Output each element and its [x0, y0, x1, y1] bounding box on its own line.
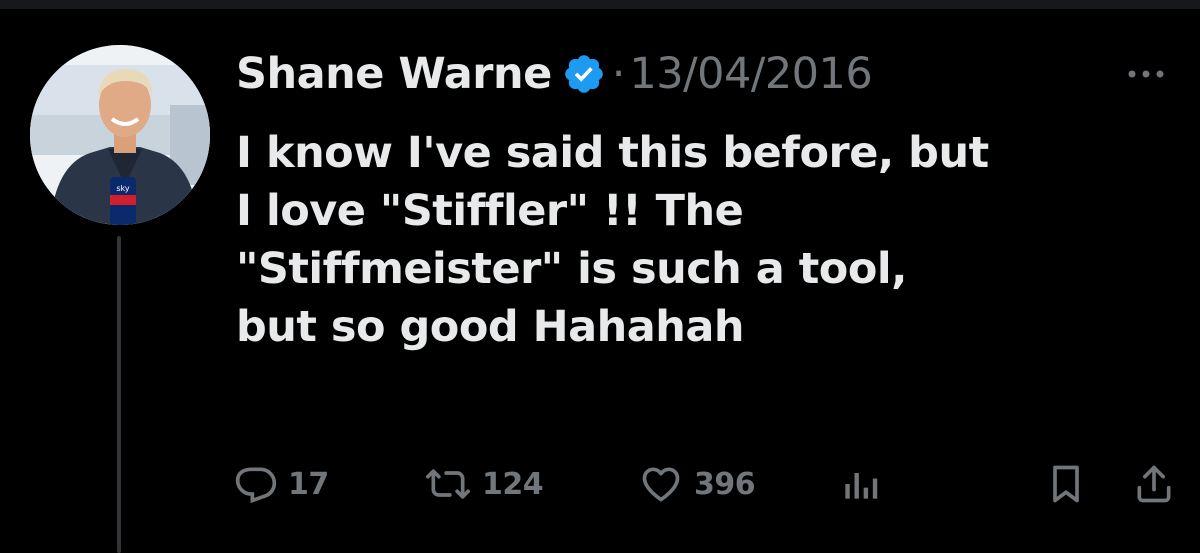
views-chart-icon	[838, 462, 882, 506]
author-avatar[interactable]: sky	[30, 45, 210, 225]
heart-icon	[638, 462, 684, 506]
tweet-text-line: I love "Stiffler" !! The	[236, 186, 744, 236]
more-options-icon[interactable]	[1124, 62, 1168, 86]
svg-text:sky: sky	[116, 184, 130, 193]
share-button[interactable]	[1132, 456, 1176, 512]
bookmark-button[interactable]	[1044, 456, 1088, 512]
like-count: 396	[694, 466, 756, 502]
tweet-text-line: "Stiffmeister" is such a tool,	[236, 244, 907, 294]
tweet-text-line: I know I've said this before, but	[236, 128, 989, 178]
avatar-photo: sky	[30, 45, 210, 225]
tweet-text: I know I've said this before, but I love…	[236, 124, 1166, 356]
reply-count: 17	[288, 466, 329, 502]
top-bar	[0, 0, 1200, 9]
retweet-count: 124	[482, 466, 544, 502]
author-name[interactable]: Shane Warne	[236, 49, 552, 99]
thread-line	[117, 236, 121, 553]
retweet-icon	[424, 462, 472, 506]
separator-dot: ·	[611, 49, 626, 99]
verified-badge-icon	[562, 52, 606, 96]
retweet-button[interactable]: 124	[424, 456, 544, 512]
tweet-text-line: but so good Hahahah	[236, 302, 745, 352]
bookmark-icon	[1044, 462, 1088, 506]
tweet-date[interactable]: 13/04/2016	[629, 49, 872, 99]
share-icon	[1132, 462, 1176, 506]
tweet-header: Shane Warne · 13/04/2016	[236, 44, 873, 104]
reply-button[interactable]: 17	[234, 456, 329, 512]
reply-icon	[234, 462, 278, 506]
action-bar: 17 124 396	[234, 456, 1184, 512]
like-button[interactable]: 396	[638, 456, 756, 512]
views-button[interactable]	[838, 456, 882, 512]
